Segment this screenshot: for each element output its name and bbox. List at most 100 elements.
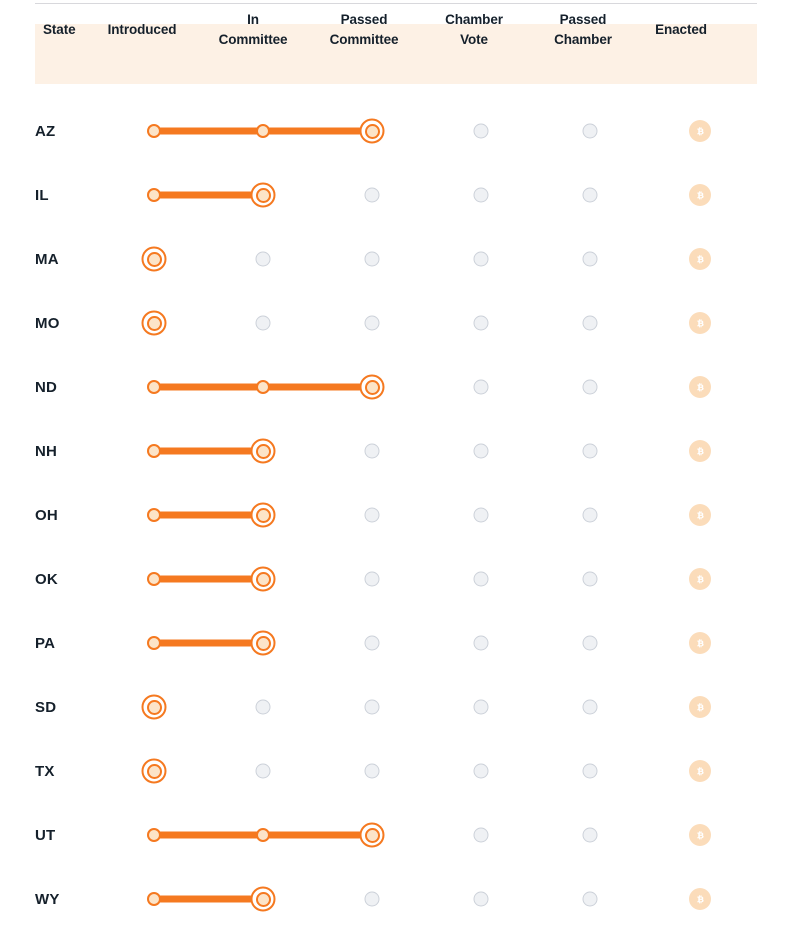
step-marker-pending[interactable]	[582, 635, 598, 651]
table-row: ND	[0, 355, 785, 419]
step-marker-pending[interactable]	[364, 571, 380, 587]
step-marker-current[interactable]	[141, 758, 167, 784]
step-marker-completed[interactable]	[147, 508, 161, 522]
step-marker-pending[interactable]	[473, 251, 489, 267]
step-marker-pending[interactable]	[582, 507, 598, 523]
table-row: WY	[0, 867, 785, 931]
step-marker-completed[interactable]	[147, 828, 161, 842]
step-marker-pending[interactable]	[582, 315, 598, 331]
step-marker-pending[interactable]	[582, 379, 598, 395]
step-marker-pending[interactable]	[473, 635, 489, 651]
step-marker-pending[interactable]	[255, 699, 271, 715]
step-marker-pending[interactable]	[582, 763, 598, 779]
step-marker-pending[interactable]	[473, 187, 489, 203]
step-marker-pending[interactable]	[473, 123, 489, 139]
progress-connector	[154, 191, 263, 199]
step-marker-completed[interactable]	[256, 124, 270, 138]
step-marker-pending[interactable]	[473, 443, 489, 459]
step-marker-completed[interactable]	[256, 380, 270, 394]
bitcoin-icon	[689, 440, 711, 462]
progress-track	[0, 675, 785, 739]
progress-connector	[154, 639, 263, 647]
step-marker-current[interactable]	[141, 694, 167, 720]
step-marker-current[interactable]	[250, 502, 276, 528]
step-marker-current[interactable]	[141, 246, 167, 272]
step-marker-pending[interactable]	[582, 891, 598, 907]
step-marker-completed[interactable]	[256, 828, 270, 842]
column-header-passed-committee-line1: Passed	[340, 12, 388, 28]
progress-connector	[154, 895, 263, 903]
step-marker-current[interactable]	[141, 310, 167, 336]
step-marker-pending[interactable]	[473, 315, 489, 331]
step-marker-pending[interactable]	[473, 507, 489, 523]
step-marker-pending[interactable]	[582, 251, 598, 267]
step-marker-pending[interactable]	[255, 251, 271, 267]
step-marker-pending[interactable]	[473, 891, 489, 907]
table-row: UT	[0, 803, 785, 867]
column-header-chamber-vote-line2: Vote	[460, 32, 488, 47]
step-marker-current[interactable]	[250, 566, 276, 592]
step-marker-pending[interactable]	[364, 635, 380, 651]
step-marker-current[interactable]	[250, 886, 276, 912]
step-marker-pending[interactable]	[364, 699, 380, 715]
step-marker-pending[interactable]	[582, 443, 598, 459]
table-row: AZ	[0, 99, 785, 163]
step-marker-completed[interactable]	[147, 892, 161, 906]
step-marker-pending[interactable]	[473, 699, 489, 715]
step-marker-current[interactable]	[250, 630, 276, 656]
progress-track	[0, 867, 785, 931]
column-header-introduced-line1: Introduced	[107, 22, 177, 38]
step-marker-completed[interactable]	[147, 636, 161, 650]
step-marker-pending[interactable]	[255, 763, 271, 779]
progress-track	[0, 739, 785, 803]
step-marker-completed[interactable]	[147, 444, 161, 458]
step-marker-completed[interactable]	[147, 380, 161, 394]
table-row: IL	[0, 163, 785, 227]
step-marker-pending[interactable]	[473, 827, 489, 843]
step-marker-pending[interactable]	[364, 507, 380, 523]
progress-connector	[154, 575, 263, 583]
progress-connector	[154, 447, 263, 455]
column-header-chamber-vote-line1: Chamber	[445, 12, 503, 28]
bitcoin-icon	[689, 568, 711, 590]
step-marker-pending[interactable]	[582, 187, 598, 203]
bitcoin-icon	[689, 760, 711, 782]
step-marker-pending[interactable]	[473, 571, 489, 587]
step-marker-pending[interactable]	[582, 571, 598, 587]
table-row: NH	[0, 419, 785, 483]
step-marker-pending[interactable]	[473, 379, 489, 395]
step-marker-current[interactable]	[359, 374, 385, 400]
step-marker-pending[interactable]	[255, 315, 271, 331]
step-marker-pending[interactable]	[582, 699, 598, 715]
progress-track	[0, 99, 785, 163]
column-header-enacted: Enacted	[610, 0, 752, 60]
step-marker-pending[interactable]	[364, 443, 380, 459]
bitcoin-icon	[689, 504, 711, 526]
step-marker-pending[interactable]	[364, 187, 380, 203]
step-marker-pending[interactable]	[364, 763, 380, 779]
step-marker-current[interactable]	[359, 822, 385, 848]
step-marker-current[interactable]	[359, 118, 385, 144]
progress-track	[0, 227, 785, 291]
column-header-passed-chamber-line2: Chamber	[554, 32, 612, 47]
step-marker-pending[interactable]	[582, 123, 598, 139]
step-marker-current[interactable]	[250, 438, 276, 464]
progress-track	[0, 803, 785, 867]
step-marker-completed[interactable]	[147, 188, 161, 202]
column-header-passed-chamber-line1: Passed	[559, 12, 607, 28]
progress-track	[0, 355, 785, 419]
step-marker-pending[interactable]	[364, 315, 380, 331]
step-marker-completed[interactable]	[147, 572, 161, 586]
step-marker-pending[interactable]	[364, 251, 380, 267]
step-marker-completed[interactable]	[147, 124, 161, 138]
bitcoin-icon	[689, 376, 711, 398]
bitcoin-icon	[689, 824, 711, 846]
step-marker-pending[interactable]	[364, 891, 380, 907]
step-marker-current[interactable]	[250, 182, 276, 208]
progress-connector	[154, 511, 263, 519]
step-marker-pending[interactable]	[582, 827, 598, 843]
table-row: OK	[0, 547, 785, 611]
bitcoin-icon	[689, 632, 711, 654]
step-marker-pending[interactable]	[473, 763, 489, 779]
bitcoin-icon	[689, 120, 711, 142]
